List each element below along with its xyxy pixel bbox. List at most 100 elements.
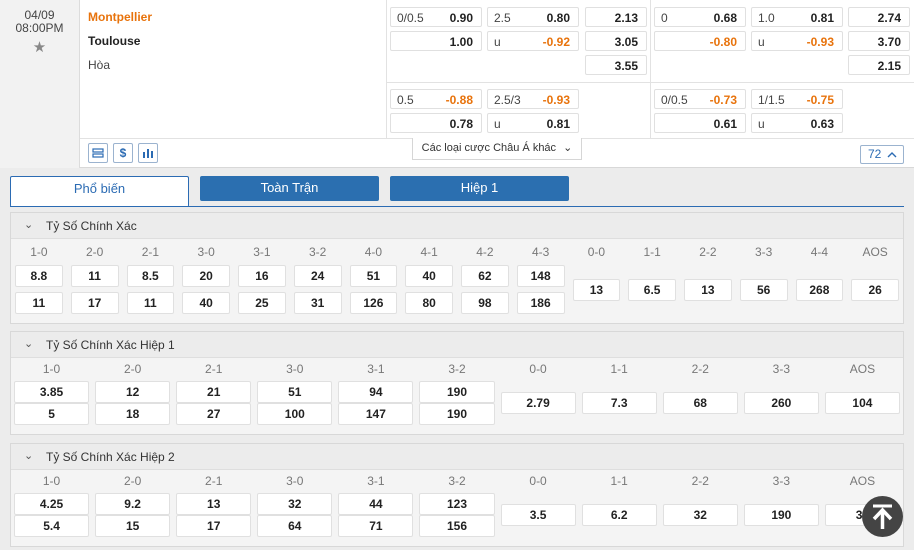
odds-cell[interactable]: 2.5 0.80: [487, 7, 579, 27]
score-odds[interactable]: 26: [851, 279, 899, 301]
score-odds[interactable]: 6.5: [628, 279, 676, 301]
odds-cell[interactable]: 2.5/3 -0.93: [487, 89, 579, 109]
score-odds[interactable]: 6.2: [581, 504, 657, 526]
score-odds[interactable]: 16: [238, 265, 286, 287]
score-odds[interactable]: 126: [349, 292, 398, 314]
market-header[interactable]: ⌄ Tỷ Số Chính Xác: [11, 213, 903, 239]
other-asian-bets-dropdown[interactable]: Các loại cược Châu Á khác ⌄: [412, 138, 582, 160]
back-to-top-button[interactable]: [862, 496, 903, 537]
score-odds[interactable]: 190: [419, 381, 495, 403]
score-odds[interactable]: 147: [338, 403, 414, 425]
odds-cell[interactable]: 3.05: [585, 31, 647, 51]
odds-cell[interactable]: 0/0.5 -0.73: [654, 89, 746, 109]
score-odds[interactable]: 64: [257, 515, 333, 537]
away-team[interactable]: Toulouse: [88, 34, 140, 48]
score-odds[interactable]: 24: [293, 265, 342, 287]
odds-cell[interactable]: 0.5 -0.88: [390, 89, 482, 109]
score-odds[interactable]: 123: [419, 493, 495, 515]
score-odds[interactable]: 21: [176, 381, 252, 403]
score-odds[interactable]: 18: [95, 403, 171, 425]
favorite-star-icon[interactable]: ★: [0, 38, 79, 56]
score-odds[interactable]: 25: [238, 292, 286, 314]
score-odds[interactable]: 13: [684, 279, 732, 301]
market-count-toggle[interactable]: 72: [860, 145, 904, 164]
odds-cell[interactable]: 0 0.68: [654, 7, 746, 27]
dollar-icon[interactable]: $: [113, 143, 133, 163]
score-odds[interactable]: 80: [405, 292, 453, 314]
score-odds[interactable]: 268: [795, 279, 844, 301]
odds-cell[interactable]: u 0.63: [751, 113, 843, 133]
score-odds[interactable]: 148: [516, 265, 565, 287]
odds-cell[interactable]: 3.55: [585, 55, 647, 75]
score-odds[interactable]: 13: [572, 279, 621, 301]
odds-cell[interactable]: 1.00: [390, 31, 482, 51]
odds-cell[interactable]: 0.61: [654, 113, 746, 133]
score-odds[interactable]: 62: [461, 265, 509, 287]
score-odds[interactable]: 94: [338, 381, 414, 403]
tab-first-half[interactable]: Hiệp 1: [390, 176, 569, 201]
score-odds[interactable]: 11: [70, 265, 119, 287]
odds-cell[interactable]: 1.0 0.81: [751, 7, 843, 27]
score-odds[interactable]: 17: [70, 292, 119, 314]
score-odds[interactable]: 12: [95, 381, 171, 403]
odds-cell[interactable]: 1/1.5 -0.75: [751, 89, 843, 109]
tab-full-match[interactable]: Toàn Trận: [200, 176, 379, 201]
tab-popular[interactable]: Phổ biến: [10, 176, 189, 207]
score-odds[interactable]: 156: [419, 515, 495, 537]
score-odds[interactable]: 51: [349, 265, 398, 287]
score-odds[interactable]: 71: [338, 515, 414, 537]
score-odds[interactable]: 27: [176, 403, 252, 425]
score-odds[interactable]: 17: [176, 515, 252, 537]
odds-cell[interactable]: -0.80: [654, 31, 746, 51]
list-icon[interactable]: [88, 143, 108, 163]
score-odds[interactable]: 104: [824, 392, 900, 414]
score-odds[interactable]: 9.2: [95, 493, 171, 515]
score-header: 2-0: [123, 474, 142, 488]
score-odds[interactable]: 7.3: [581, 392, 657, 414]
odds-cell[interactable]: 0.78: [390, 113, 482, 133]
score-odds[interactable]: 186: [516, 292, 565, 314]
score-odds[interactable]: 68: [662, 392, 738, 414]
score-odds[interactable]: 260: [743, 392, 819, 414]
score-odds[interactable]: 40: [182, 292, 230, 314]
score-odds[interactable]: 5: [14, 403, 90, 425]
score-odds[interactable]: 190: [419, 403, 495, 425]
odds-cell[interactable]: 2.13: [585, 7, 647, 27]
odds-cell[interactable]: 2.74: [848, 7, 910, 27]
market-header[interactable]: ⌄ Tỷ Số Chính Xác Hiệp 2: [11, 444, 903, 470]
odds-cell[interactable]: u 0.81: [487, 113, 579, 133]
score-odds[interactable]: 2.79: [500, 392, 576, 414]
score-odds[interactable]: 31: [293, 292, 342, 314]
score-odds[interactable]: 4.25: [14, 493, 90, 515]
odds-cell[interactable]: u -0.92: [487, 31, 579, 51]
score-odds[interactable]: 32: [662, 504, 738, 526]
score-odds[interactable]: 5.4: [14, 515, 90, 537]
score-header: 0-0: [529, 362, 547, 376]
market-header[interactable]: ⌄ Tỷ Số Chính Xác Hiệp 1: [11, 332, 903, 358]
score-odds[interactable]: 100: [257, 403, 333, 425]
score-odds[interactable]: 20: [182, 265, 230, 287]
odds-cell[interactable]: 2.15: [848, 55, 910, 75]
odds-cell[interactable]: 3.70: [848, 31, 910, 51]
score-odds[interactable]: 56: [739, 279, 788, 301]
score-odds[interactable]: 3.85: [14, 381, 90, 403]
score-odds[interactable]: 98: [461, 292, 509, 314]
odds-cell[interactable]: 0/0.5 0.90: [390, 7, 482, 27]
handicap-label: 0/0.5: [661, 93, 688, 107]
bar-chart-icon[interactable]: [138, 143, 158, 163]
score-odds[interactable]: 190: [743, 504, 819, 526]
score-odds[interactable]: 40: [405, 265, 453, 287]
score-odds[interactable]: 51: [257, 381, 333, 403]
score-odds[interactable]: 11: [126, 292, 175, 314]
score-odds[interactable]: 44: [338, 493, 414, 515]
score-odds[interactable]: 3.5: [500, 504, 576, 526]
score-odds[interactable]: 8.5: [126, 265, 175, 287]
score-odds[interactable]: 13: [176, 493, 252, 515]
score-odds[interactable]: 32: [257, 493, 333, 515]
score-odds[interactable]: 11: [15, 292, 63, 314]
score-odds[interactable]: 8.8: [15, 265, 63, 287]
odds-cell[interactable]: u -0.93: [751, 31, 843, 51]
odds-value: 3.55: [614, 59, 638, 73]
score-odds[interactable]: 15: [95, 515, 171, 537]
home-team[interactable]: Montpellier: [88, 10, 152, 24]
